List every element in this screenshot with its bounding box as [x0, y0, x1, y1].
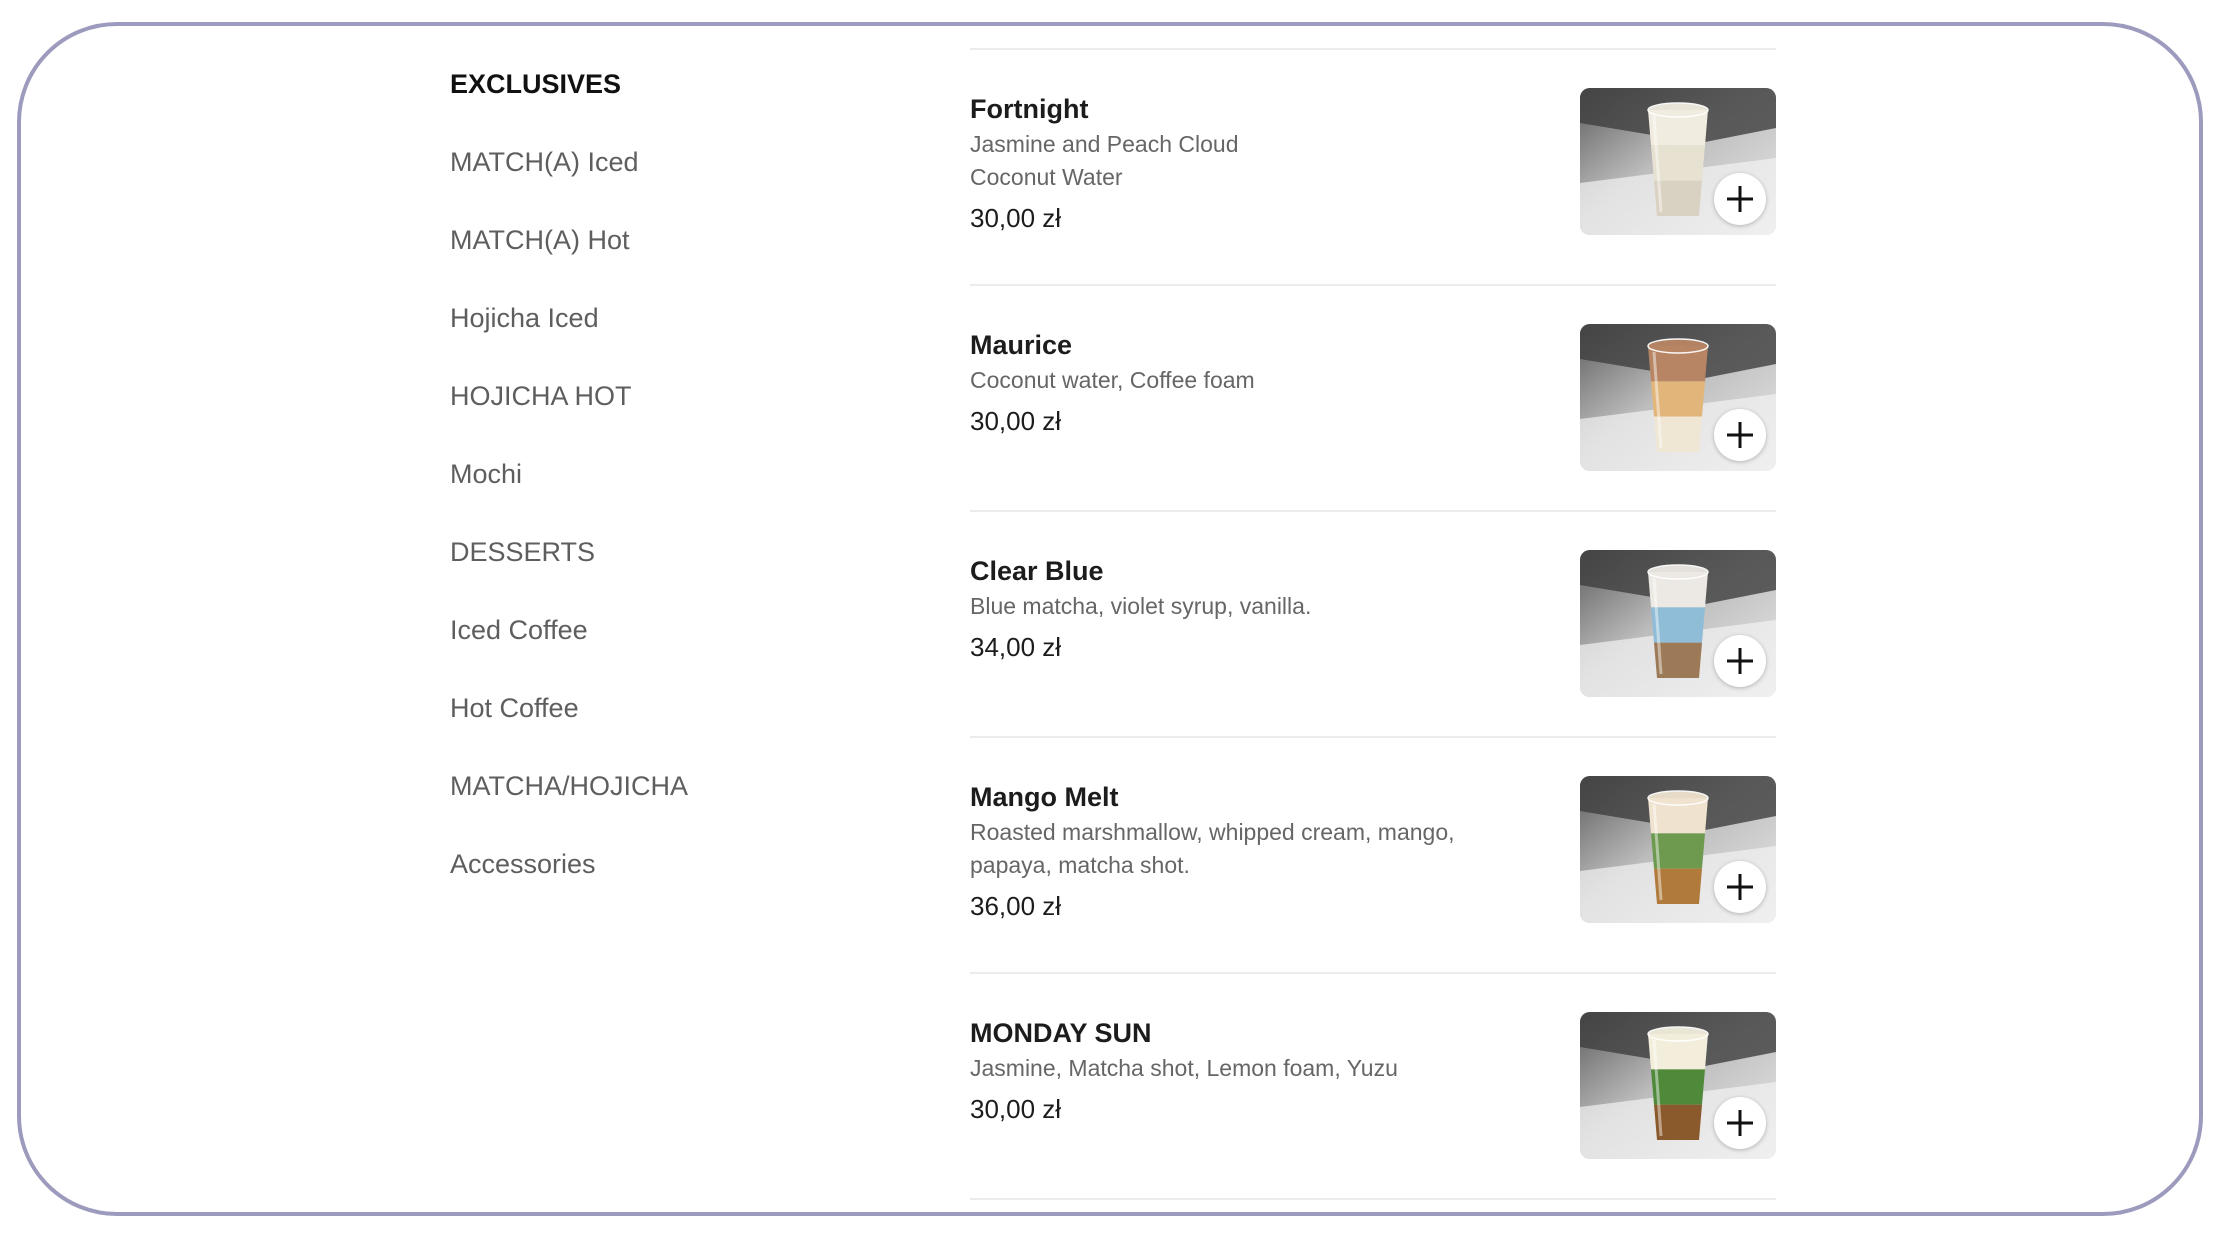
sidebar-item-mochi[interactable]: Mochi: [450, 454, 870, 532]
product-photo[interactable]: [1580, 776, 1776, 923]
product-name: Clear Blue: [970, 556, 1104, 586]
product-description: Roasted marshmallow, whipped cream, mang…: [970, 819, 1455, 845]
product-card[interactable]: Clear Blue Blue matcha, violet syrup, va…: [970, 512, 1776, 738]
add-to-cart-button[interactable]: [1714, 173, 1766, 225]
sidebar-item-exclusives[interactable]: EXCLUSIVES: [450, 64, 870, 142]
product-info: Mango Melt Roasted marshmallow, whipped …: [970, 778, 1530, 926]
product-description: Jasmine and Peach Cloud: [970, 131, 1239, 157]
product-name: Maurice: [970, 330, 1073, 360]
product-info: Fortnight Jasmine and Peach Cloud Coconu…: [970, 90, 1530, 238]
product-price: 36,00 zł: [970, 891, 1062, 921]
sidebar-item-matcha-hojicha[interactable]: MATCHA/HOJICHA: [450, 766, 870, 844]
product-description: Blue matcha, violet syrup, vanilla.: [970, 593, 1312, 619]
product-price: 30,00 zł: [970, 406, 1062, 436]
product-name: MONDAY SUN: [970, 1018, 1152, 1048]
product-card[interactable]: Mango Melt Roasted marshmallow, whipped …: [970, 738, 1776, 974]
product-list: Fortnight Jasmine and Peach Cloud Coconu…: [970, 48, 1776, 1200]
product-description: Coconut water, Coffee foam: [970, 367, 1255, 393]
product-card[interactable]: Fortnight Jasmine and Peach Cloud Coconu…: [970, 50, 1776, 286]
product-price: 34,00 zł: [970, 632, 1062, 662]
sidebar-item-hojicha-hot[interactable]: HOJICHA HOT: [450, 376, 870, 454]
product-info: Maurice Coconut water, Coffee foam 30,00…: [970, 326, 1530, 441]
sidebar-item-desserts[interactable]: DESSERTS: [450, 532, 870, 610]
product-card[interactable]: MONDAY SUN Jasmine, Matcha shot, Lemon f…: [970, 974, 1776, 1200]
product-card[interactable]: Maurice Coconut water, Coffee foam 30,00…: [970, 286, 1776, 512]
sidebar-item-hojicha-iced[interactable]: Hojicha Iced: [450, 298, 870, 376]
product-description: Coconut Water: [970, 164, 1123, 190]
add-to-cart-button[interactable]: [1714, 409, 1766, 461]
product-photo[interactable]: [1580, 1012, 1776, 1159]
product-photo[interactable]: [1580, 324, 1776, 471]
product-description: Jasmine, Matcha shot, Lemon foam, Yuzu: [970, 1055, 1398, 1081]
product-photo[interactable]: [1580, 88, 1776, 235]
product-info: Clear Blue Blue matcha, violet syrup, va…: [970, 552, 1530, 667]
sidebar-item-matcha-iced[interactable]: MATCH(A) Iced: [450, 142, 870, 220]
add-to-cart-button[interactable]: [1714, 861, 1766, 913]
product-name: Mango Melt: [970, 782, 1119, 812]
sidebar-item-accessories[interactable]: Accessories: [450, 844, 870, 922]
sidebar-item-hot-coffee[interactable]: Hot Coffee: [450, 688, 870, 766]
add-to-cart-button[interactable]: [1714, 635, 1766, 687]
sidebar-item-iced-coffee[interactable]: Iced Coffee: [450, 610, 870, 688]
product-photo[interactable]: [1580, 550, 1776, 697]
add-to-cart-button[interactable]: [1714, 1097, 1766, 1149]
product-info: MONDAY SUN Jasmine, Matcha shot, Lemon f…: [970, 1014, 1530, 1129]
sidebar-item-matcha-hot[interactable]: MATCH(A) Hot: [450, 220, 870, 298]
product-price: 30,00 zł: [970, 203, 1062, 233]
category-sidebar: EXCLUSIVES MATCH(A) Iced MATCH(A) Hot Ho…: [450, 64, 870, 922]
product-name: Fortnight: [970, 94, 1089, 124]
product-price: 30,00 zł: [970, 1094, 1062, 1124]
product-description: papaya, matcha shot.: [970, 852, 1190, 878]
